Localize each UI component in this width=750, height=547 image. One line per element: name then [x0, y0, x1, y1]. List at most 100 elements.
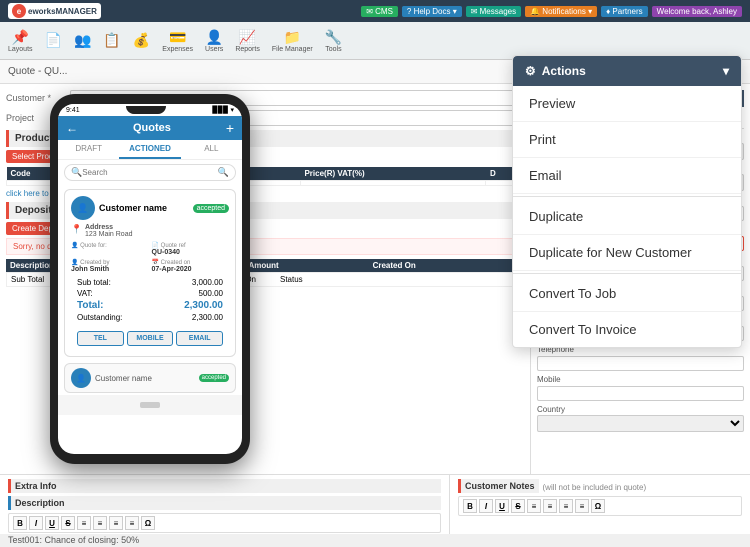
phone-signal: ▉▉▉ ▾	[212, 106, 234, 114]
add-icon[interactable]: +	[226, 120, 234, 136]
customer-card[interactable]: 👤 Customer name accepted 📍 Address 123 M…	[64, 189, 236, 357]
email-button[interactable]: EMAIL	[176, 331, 223, 346]
tel-button[interactable]: TEL	[77, 331, 124, 346]
nav-item-4[interactable]: 💰	[133, 32, 150, 49]
align-right-button[interactable]: ≡	[109, 516, 123, 530]
underline-button[interactable]: U	[45, 516, 59, 530]
nav-users[interactable]: 👤Users	[205, 29, 223, 53]
partners-button[interactable]: ♦ Partners	[601, 6, 648, 17]
col-price: Price(R) VAT(%)	[300, 167, 485, 181]
editor-content[interactable]: Test001: Chance of closing: 50%	[8, 533, 441, 547]
second-avatar: 👤	[71, 368, 91, 388]
customer-name: Customer name	[99, 203, 167, 213]
messages-button[interactable]: ✉ Messages	[466, 6, 521, 17]
notes-toolbar: B I U S ≡ ≡ ≡ ≡ Ω	[458, 496, 742, 516]
list-button[interactable]: ≡	[125, 516, 139, 530]
created-on-item: 📅 Created on 07-Apr-2020	[152, 259, 230, 273]
country-select[interactable]	[537, 415, 744, 432]
actions-gear-icon: ⚙	[525, 64, 536, 78]
nav-icon-2: 👥	[74, 32, 91, 49]
tab-draft[interactable]: DRAFT	[58, 140, 119, 159]
nav-expenses[interactable]: 💳Expenses	[162, 29, 193, 53]
nav-item-1[interactable]: 📄	[45, 32, 62, 49]
person-icon: 👤	[71, 243, 78, 249]
second-customer-name: Customer name	[95, 374, 152, 383]
telephone-input[interactable]	[537, 356, 744, 371]
second-accepted-badge: accepted	[199, 374, 229, 382]
customer-notes-section: Customer Notes (will not be included in …	[450, 475, 750, 534]
notes-bold[interactable]: B	[463, 499, 477, 513]
dropdown-convert-job[interactable]: Convert To Job	[513, 276, 741, 312]
nav-reports[interactable]: 📈Reports	[235, 29, 260, 53]
notes-italic[interactable]: I	[479, 499, 493, 513]
help-docs-button[interactable]: ? Help Docs ▾	[402, 6, 462, 17]
phone-search-bar[interactable]: 🔍 🔍	[64, 164, 236, 181]
breadcrumb-text: Quote - QU...	[8, 66, 67, 77]
notifications-button[interactable]: 🔔 Notifications ▾	[525, 6, 597, 17]
total-row: Total: 2,300.00	[77, 299, 223, 312]
outstanding-row: Outstanding: 2,300.00	[77, 312, 223, 323]
tab-all[interactable]: ALL	[181, 140, 242, 159]
breadcrumb-left: Quote - QU...	[8, 66, 67, 77]
country-field: Country	[537, 405, 744, 432]
nav-layouts[interactable]: 📌 Layouts	[8, 29, 33, 53]
actions-dropdown-header: ⚙ Actions ▾	[513, 56, 741, 86]
editor-toolbar: B I U S ≡ ≡ ≡ ≡ Ω	[8, 513, 441, 533]
notes-strike[interactable]: S	[511, 499, 525, 513]
phone-tabs: DRAFT ACTIONED ALL	[58, 140, 242, 160]
subtotal-row: Sub total: 3,000.00	[77, 277, 223, 288]
align-center-button[interactable]: ≡	[93, 516, 107, 530]
app-logo: e eworksMANAGER	[8, 3, 101, 19]
welcome-button[interactable]: Welcome back, Ashley	[652, 6, 742, 17]
notes-align-left[interactable]: ≡	[527, 499, 541, 513]
actions-chevron-icon: ▾	[723, 64, 729, 78]
phone-time: 9:41	[66, 107, 80, 114]
nav-file-manager[interactable]: 📁File Manager	[272, 29, 313, 53]
nav-item-3[interactable]: 📋	[103, 32, 120, 49]
dropdown-duplicate-new[interactable]: Duplicate for New Customer	[513, 235, 741, 271]
mobile-input[interactable]	[537, 386, 744, 401]
notes-align-center[interactable]: ≡	[543, 499, 557, 513]
customer-name-row: 👤 Customer name accepted	[71, 196, 229, 220]
dropdown-print[interactable]: Print	[513, 122, 741, 158]
mic-icon: 🔍	[218, 167, 229, 178]
nav-icon-4: 💰	[133, 32, 150, 49]
dropdown-duplicate[interactable]: Duplicate	[513, 199, 741, 235]
notes-special[interactable]: Ω	[591, 499, 605, 513]
dropdown-convert-invoice[interactable]: Convert To Invoice	[513, 312, 741, 347]
actions-dropdown-menu: ⚙ Actions ▾ Preview Print Email Duplicat…	[512, 55, 742, 348]
dropdown-preview[interactable]: Preview	[513, 86, 741, 122]
align-left-button[interactable]: ≡	[77, 516, 91, 530]
expenses-icon: 💳	[169, 29, 186, 46]
description-label: Description	[8, 496, 441, 510]
nav-item-2[interactable]: 👥	[74, 32, 91, 49]
nav-icon-3: 📋	[103, 32, 120, 49]
nav-icon-1: 📄	[45, 32, 62, 49]
logo-text: eworksMANAGER	[28, 7, 97, 16]
top-navigation: e eworksMANAGER ✉ CMS ? Help Docs ▾ ✉ Me…	[0, 0, 750, 22]
mobile-button[interactable]: MOBILE	[127, 331, 174, 346]
special-char-button[interactable]: Ω	[141, 516, 155, 530]
italic-button[interactable]: I	[29, 516, 43, 530]
dropdown-divider-2	[513, 273, 741, 274]
layouts-icon: 📌	[12, 29, 29, 46]
notes-underline[interactable]: U	[495, 499, 509, 513]
back-arrow[interactable]: ←	[66, 121, 78, 135]
address-row: 📍 Address 123 Main Road	[71, 224, 229, 238]
mobile-field: Mobile	[537, 375, 744, 401]
customer-notes-title: Customer Notes	[458, 479, 539, 493]
dropdown-email[interactable]: Email	[513, 158, 741, 194]
bold-button[interactable]: B	[13, 516, 27, 530]
cms-button[interactable]: ✉ CMS	[361, 6, 398, 17]
logo-icon: e	[12, 4, 26, 18]
phone-screen: 9:41 ▉▉▉ ▾ ← Quotes + DRAFT ACTIONED ALL…	[58, 104, 242, 454]
strikethrough-button[interactable]: S	[61, 516, 75, 530]
quote-ref-item: 📄 Quote ref QU-0340	[152, 242, 230, 256]
notes-list[interactable]: ≡	[575, 499, 589, 513]
created-by-item: 👤 Created by John Smith	[71, 259, 149, 273]
phone-search-input[interactable]	[82, 168, 218, 177]
contact-buttons: TEL MOBILE EMAIL	[71, 327, 229, 350]
nav-tools[interactable]: 🔧Tools	[325, 29, 342, 53]
tab-actioned[interactable]: ACTIONED	[119, 140, 180, 159]
notes-align-right[interactable]: ≡	[559, 499, 573, 513]
